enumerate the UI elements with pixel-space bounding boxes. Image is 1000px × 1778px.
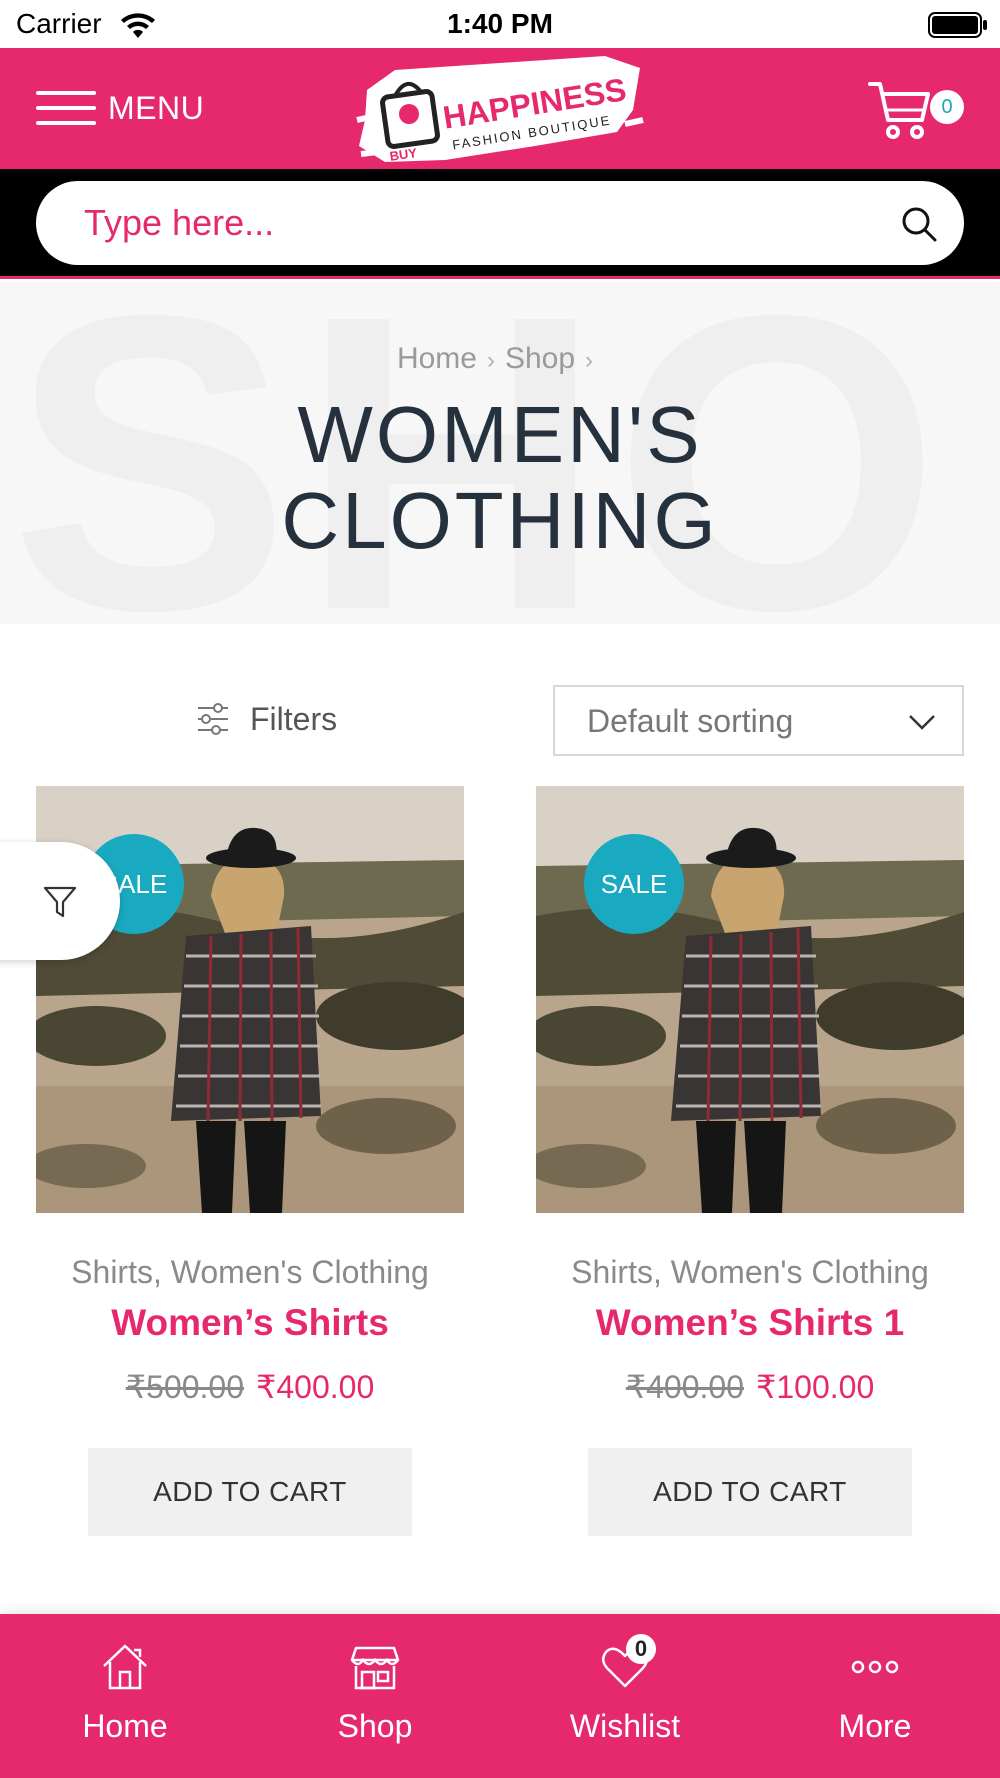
sale-price: ₹100.00 — [756, 1369, 875, 1405]
page-hero: SHO Home › Shop › WOMEN'S CLOTHING — [0, 282, 1000, 624]
page-title-line1: WOMEN'S — [297, 390, 703, 479]
home-icon — [103, 1644, 147, 1690]
product-image[interactable]: SALE — [36, 786, 464, 1213]
sort-selected-value: Default sorting — [587, 703, 794, 739]
nav-label: More — [838, 1708, 912, 1744]
nav-label: Wishlist — [569, 1708, 681, 1744]
wishlist-count-badge: 0 — [626, 1634, 656, 1664]
store-icon — [350, 1646, 400, 1690]
status-bar: Carrier 1:40 PM — [0, 0, 1000, 48]
original-price: ₹500.00 — [125, 1369, 244, 1405]
nav-item-more[interactable]: More — [750, 1614, 1000, 1778]
add-to-cart-button[interactable]: ADD TO CART — [88, 1448, 412, 1536]
sliders-icon — [198, 703, 228, 735]
breadcrumb-home[interactable]: Home — [397, 342, 477, 375]
search-bar — [0, 169, 1000, 279]
nav-item-home[interactable]: Home — [0, 1614, 250, 1778]
search-icon[interactable] — [900, 205, 938, 243]
battery-icon — [928, 12, 987, 38]
nav-label: Shop — [337, 1708, 413, 1744]
cart-button[interactable]: 0 — [866, 76, 966, 142]
product-image[interactable]: SALE — [536, 786, 964, 1213]
sale-badge: SALE — [584, 834, 684, 934]
sort-select[interactable]: Default sorting — [553, 685, 964, 756]
floating-filter-button[interactable] — [0, 842, 120, 960]
chevron-right-icon: › — [486, 347, 495, 374]
price-row: ₹400.00 ₹100.00 — [536, 1368, 964, 1406]
price-row: ₹500.00 ₹400.00 — [36, 1368, 464, 1406]
cart-icon — [868, 82, 930, 139]
breadcrumb-shop[interactable]: Shop — [505, 342, 575, 375]
breadcrumb: Home › Shop › — [0, 342, 1000, 376]
bottom-nav: Home Shop 0 Wishlist More — [0, 1614, 1000, 1778]
product-name[interactable]: Women’s Shirts — [36, 1302, 464, 1344]
page-title: WOMEN'S CLOTHING — [0, 392, 1000, 564]
menu-label: MENU — [108, 89, 205, 126]
product-categories[interactable]: Shirts, Women's Clothing — [536, 1254, 964, 1291]
filters-label: Filters — [250, 700, 338, 737]
cart-count-badge: 0 — [930, 90, 964, 124]
product-categories[interactable]: Shirts, Women's Clothing — [36, 1254, 464, 1291]
nav-item-wishlist[interactable]: 0 Wishlist — [500, 1614, 750, 1778]
menu-button[interactable]: MENU — [36, 78, 204, 138]
nav-label: Home — [82, 1708, 168, 1744]
product-name[interactable]: Women’s Shirts 1 — [536, 1302, 964, 1344]
sale-price: ₹400.00 — [256, 1369, 375, 1405]
original-price: ₹400.00 — [625, 1369, 744, 1405]
hamburger-icon — [36, 89, 96, 127]
nav-item-shop[interactable]: Shop — [250, 1614, 500, 1778]
chevron-right-icon: › — [585, 347, 594, 374]
app-header: MENU BUY HAPPINESS FASHION BOUTIQUE 0 — [0, 48, 1000, 169]
search-field — [36, 181, 964, 265]
search-input[interactable] — [84, 181, 864, 265]
status-time: 1:40 PM — [447, 8, 553, 39]
page-title-line2: CLOTHING — [281, 476, 719, 565]
chevron-down-icon — [909, 715, 935, 730]
brand-logo[interactable]: BUY HAPPINESS FASHION BOUTIQUE — [355, 50, 645, 168]
add-to-cart-button[interactable]: ADD TO CART — [588, 1448, 912, 1536]
filters-button[interactable]: Filters — [196, 694, 337, 744]
more-icon — [851, 1660, 899, 1674]
funnel-icon — [43, 886, 77, 918]
